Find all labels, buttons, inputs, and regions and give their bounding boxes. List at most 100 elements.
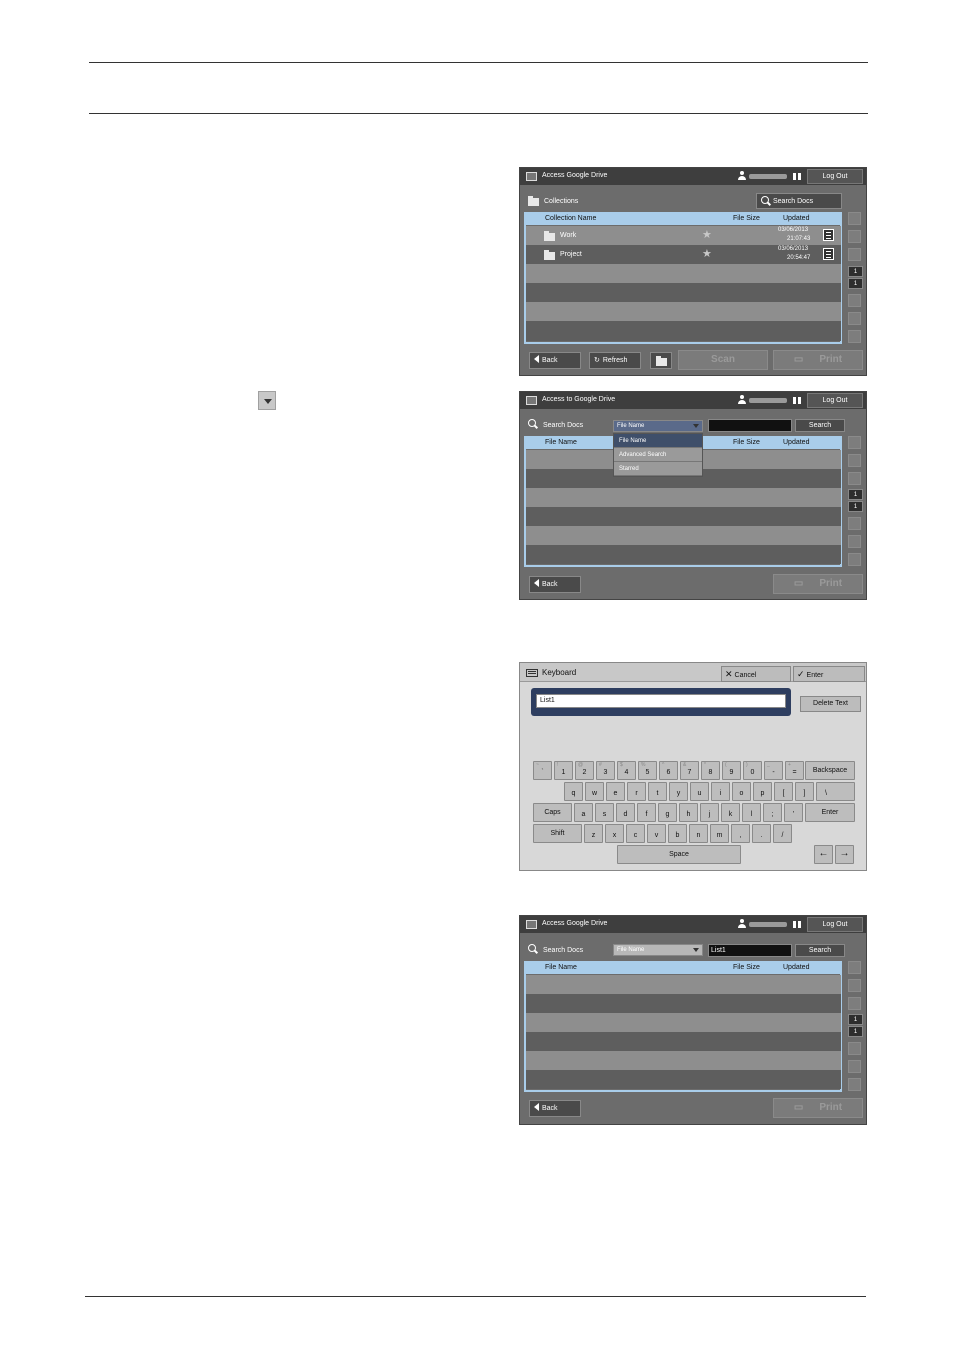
scroll-top-button[interactable] [848, 212, 861, 225]
scroll-up-button[interactable] [848, 248, 861, 261]
key[interactable]: e [606, 782, 625, 801]
search-button[interactable]: Search [795, 419, 845, 432]
key[interactable]: ' [784, 803, 803, 822]
scroll-up-button[interactable] [848, 997, 861, 1010]
key[interactable]: ] [795, 782, 814, 801]
back-button[interactable]: Back [529, 1100, 581, 1117]
backspace-key[interactable]: Backspace [805, 761, 855, 780]
key[interactable]: ~ ` [533, 761, 552, 780]
column-header-updated[interactable]: Updated [783, 439, 809, 446]
key[interactable]: l [742, 803, 761, 822]
key[interactable]: g [658, 803, 677, 822]
refresh-button[interactable]: ↻ Refresh [589, 352, 641, 369]
key[interactable]: c [626, 824, 645, 843]
scroll-bottom-button[interactable] [848, 330, 861, 343]
key[interactable]: t [648, 782, 667, 801]
page-up-button[interactable] [848, 230, 861, 243]
logout-button[interactable]: Log Out [807, 169, 863, 184]
details-icon[interactable] [823, 248, 834, 260]
column-header-name[interactable]: File Name [545, 964, 577, 971]
cancel-button[interactable]: ✕ Cancel [721, 666, 791, 682]
key[interactable]: . [752, 824, 771, 843]
star-icon[interactable]: ★ [702, 249, 712, 260]
key[interactable]: ^ 6 [659, 761, 678, 780]
scan-button[interactable]: Scan [678, 350, 768, 370]
key[interactable]: ) 0 [743, 761, 762, 780]
key[interactable]: * 8 [701, 761, 720, 780]
page-down-button[interactable] [848, 1060, 861, 1073]
key[interactable]: q [564, 782, 583, 801]
menu-item-file-name[interactable]: File Name [614, 434, 702, 448]
search-input[interactable]: List1 [708, 944, 792, 957]
key[interactable]: , [731, 824, 750, 843]
column-header-updated[interactable]: Updated [783, 964, 809, 971]
key[interactable]: b [668, 824, 687, 843]
pause-icon[interactable] [793, 397, 801, 404]
right-arrow-key[interactable]: → [835, 845, 854, 864]
key[interactable]: [ [774, 782, 793, 801]
scroll-bottom-button[interactable] [848, 1078, 861, 1091]
shift-key[interactable]: Shift [533, 824, 582, 843]
scroll-down-button[interactable] [848, 517, 861, 530]
collection-row-project[interactable]: Project ★ 03/06/2013 20:54:47 [526, 245, 841, 264]
logout-button[interactable]: Log Out [807, 393, 863, 408]
column-header-updated[interactable]: Updated [783, 215, 809, 222]
pause-icon[interactable] [793, 921, 801, 928]
page-up-button[interactable] [848, 979, 861, 992]
back-button[interactable]: Back [529, 352, 581, 369]
menu-item-starred[interactable]: Starred [614, 462, 702, 476]
key[interactable]: % 5 [638, 761, 657, 780]
key[interactable]: y [669, 782, 688, 801]
upload-folder-button[interactable] [650, 352, 672, 369]
key[interactable]: s [595, 803, 614, 822]
key[interactable]: _ - [764, 761, 783, 780]
column-header-size[interactable]: File Size [733, 215, 760, 222]
key[interactable]: $4 [617, 761, 636, 780]
logout-button[interactable]: Log Out [807, 917, 863, 932]
menu-item-advanced-search[interactable]: Advanced Search [614, 448, 702, 462]
page-up-button[interactable] [848, 454, 861, 467]
key[interactable]: f [637, 803, 656, 822]
search-input[interactable] [708, 419, 792, 432]
key[interactable]: i [711, 782, 730, 801]
key[interactable]: @2 [575, 761, 594, 780]
key[interactable]: m [710, 824, 729, 843]
scroll-up-button[interactable] [848, 472, 861, 485]
print-button[interactable]: ▭ Print [773, 574, 863, 594]
column-header-size[interactable]: File Size [733, 439, 760, 446]
key[interactable]: r [627, 782, 646, 801]
scroll-top-button[interactable] [848, 961, 861, 974]
key[interactable]: ! 1 [554, 761, 573, 780]
key[interactable]: x [605, 824, 624, 843]
key[interactable]: j [700, 803, 719, 822]
caps-key[interactable]: Caps [533, 803, 572, 822]
enter-button[interactable]: ✓ Enter [793, 666, 865, 682]
key[interactable]: o [732, 782, 751, 801]
text-input[interactable]: List1 [536, 694, 786, 708]
search-button[interactable]: Search [795, 944, 845, 957]
key[interactable]: (9 [722, 761, 741, 780]
enter-key[interactable]: Enter [805, 803, 855, 822]
collection-row-work[interactable]: Work ★ 03/06/2013 21:07:43 [526, 226, 841, 245]
delete-text-button[interactable]: Delete Text [800, 696, 861, 712]
scroll-top-button[interactable] [848, 436, 861, 449]
print-button[interactable]: ▭ Print [773, 1098, 863, 1118]
pause-icon[interactable] [793, 173, 801, 180]
print-button[interactable]: ▭ Print [773, 350, 863, 370]
scroll-down-button[interactable] [848, 294, 861, 307]
column-header-name[interactable]: File Name [545, 439, 577, 446]
search-type-select[interactable]: File Name [613, 420, 703, 432]
back-button[interactable]: Back [529, 576, 581, 593]
page-down-button[interactable] [848, 312, 861, 325]
key[interactable]: u [690, 782, 709, 801]
key[interactable]: n [689, 824, 708, 843]
key[interactable]: \ [816, 782, 855, 801]
key[interactable]: a [574, 803, 593, 822]
space-key[interactable]: Space [617, 845, 741, 864]
scroll-down-button[interactable] [848, 1042, 861, 1055]
column-header-name[interactable]: Collection Name [545, 215, 596, 222]
search-docs-button[interactable]: Search Docs [756, 193, 842, 209]
scroll-bottom-button[interactable] [848, 553, 861, 566]
key[interactable]: z [584, 824, 603, 843]
key[interactable]: k [721, 803, 740, 822]
